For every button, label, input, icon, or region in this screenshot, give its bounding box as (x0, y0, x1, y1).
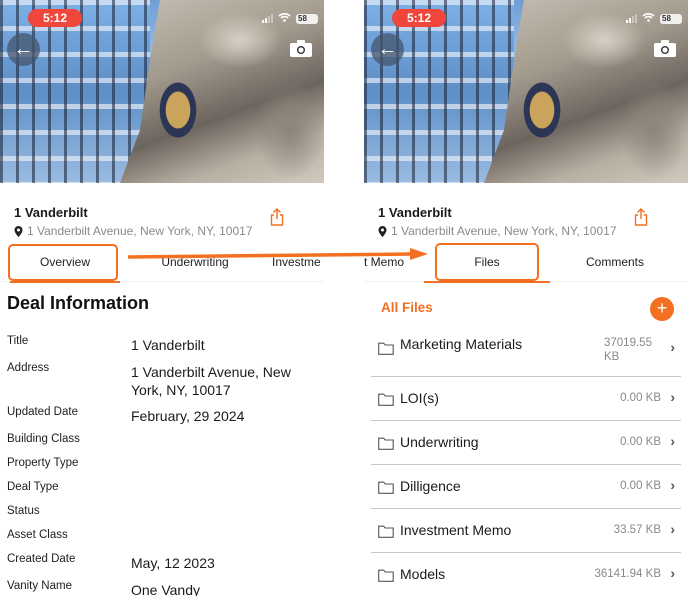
chevron-right-icon: › (670, 433, 675, 449)
info-value: One Vandy (131, 582, 201, 596)
deal-title: 1 Vanderbilt (378, 205, 452, 220)
files-screen: 5:12 58 ← 1 Vanderbilt 1 Vanderbilt Aven… (364, 0, 688, 596)
folder-icon (378, 437, 394, 450)
folder-row-marketing-materials[interactable]: Marketing Materials 37019.55 KB › (371, 326, 681, 377)
camera-icon[interactable] (290, 40, 312, 57)
property-hero-image: 5:12 58 ← (0, 0, 324, 183)
info-label: Asset Class (7, 529, 68, 541)
overview-screen: 5:12 58 ← 1 Vanderbilt 1 Vanderbilt Aven… (0, 0, 324, 596)
info-value: 1 Vanderbilt Avenue, New York, NY, 10017 (131, 364, 291, 398)
glass-facade (364, 0, 514, 183)
info-label: Property Type (7, 457, 79, 469)
wifi-icon (642, 12, 655, 25)
info-label: Address (7, 362, 50, 374)
folder-icon (378, 525, 394, 538)
folder-row-investment-memo[interactable]: Investment Memo 33.57 KB › (371, 509, 681, 553)
deal-tabs: t Memo Files Comments (364, 246, 688, 283)
info-value: February, 29 2024 (131, 408, 245, 424)
info-label: Updated Date (7, 406, 78, 418)
folder-icon (378, 481, 394, 494)
info-label: Created Date (7, 553, 76, 565)
tab-comments[interactable]: Comments (570, 246, 660, 280)
folder-size: 0.00 KB (620, 480, 661, 492)
tab-investment-memo[interactable]: t Memo (364, 246, 409, 280)
folder-name: Dilligence (400, 478, 461, 494)
deal-address: 1 Vanderbilt Avenue, New York, NY, 10017 (378, 224, 617, 238)
info-label: Title (7, 335, 29, 347)
folder-icon (378, 342, 394, 355)
share-icon[interactable] (270, 208, 284, 226)
deal-address: 1 Vanderbilt Avenue, New York, NY, 10017 (14, 224, 253, 238)
folder-name: Models (400, 566, 446, 582)
signal-icon (262, 14, 273, 23)
tab-files[interactable]: Files (424, 246, 550, 283)
folder-icon (378, 393, 394, 406)
folder-size: 0.00 KB (620, 392, 661, 404)
chevron-right-icon: › (670, 521, 675, 537)
all-files-heading: All Files (381, 300, 433, 315)
tab-investment-memo[interactable]: Investme (272, 246, 324, 280)
tab-overview[interactable]: Overview (10, 246, 120, 283)
glass-facade (0, 0, 150, 183)
location-pin-icon (14, 225, 23, 237)
deal-address-text: 1 Vanderbilt Avenue, New York, NY, 10017 (391, 224, 617, 238)
folder-name: Marketing Materials (400, 336, 523, 352)
info-label: Building Class (7, 433, 80, 445)
info-value: 1 Vanderbilt (131, 337, 205, 353)
chevron-right-icon: › (670, 389, 675, 405)
folder-row-dilligence[interactable]: Dilligence 0.00 KB › (371, 465, 681, 509)
folder-name: Investment Memo (400, 522, 512, 538)
camera-icon[interactable] (654, 40, 676, 57)
property-hero-image: 5:12 58 ← (364, 0, 688, 183)
add-file-button[interactable]: + (650, 297, 674, 321)
status-icons: 58 (626, 12, 682, 25)
status-time: 5:12 (28, 9, 82, 27)
share-icon[interactable] (634, 208, 648, 226)
back-button[interactable]: ← (371, 33, 404, 66)
folder-icon (378, 569, 394, 582)
chevron-right-icon: › (670, 477, 675, 493)
chevron-right-icon: › (670, 339, 675, 355)
folder-row-underwriting[interactable]: Underwriting 0.00 KB › (371, 421, 681, 465)
deal-title: 1 Vanderbilt (14, 205, 88, 220)
deal-address-text: 1 Vanderbilt Avenue, New York, NY, 10017 (27, 224, 253, 238)
folder-size: 0.00 KB (620, 436, 661, 448)
tab-underwriting[interactable]: Underwriting (150, 246, 240, 280)
location-pin-icon (378, 225, 387, 237)
status-time: 5:12 (392, 9, 446, 27)
folder-row-lois[interactable]: LOI(s) 0.00 KB › (371, 377, 681, 421)
chevron-right-icon: › (670, 565, 675, 581)
folder-name: LOI(s) (400, 390, 439, 406)
deal-tabs: Overview Underwriting Investme (0, 246, 324, 283)
info-label: Deal Type (7, 481, 59, 493)
info-value: May, 12 2023 (131, 555, 215, 571)
folder-size: 36141.94 KB (594, 568, 661, 580)
sculpture-clock (484, 0, 688, 183)
wifi-icon (278, 12, 291, 25)
folder-size: 37019.55 KB (604, 337, 652, 363)
battery-icon: 58 (660, 13, 682, 24)
deal-information-heading: Deal Information (7, 293, 150, 313)
info-label: Vanity Name (7, 580, 72, 592)
folder-row-models[interactable]: Models 36141.94 KB › (371, 553, 681, 596)
folder-name: Underwriting (400, 434, 479, 450)
status-icons: 58 (262, 12, 318, 25)
signal-icon (626, 14, 637, 23)
info-label: Status (7, 505, 40, 517)
sculpture-clock (120, 0, 324, 183)
folder-size: 33.57 KB (613, 524, 661, 536)
back-button[interactable]: ← (7, 33, 40, 66)
battery-icon: 58 (296, 13, 318, 24)
